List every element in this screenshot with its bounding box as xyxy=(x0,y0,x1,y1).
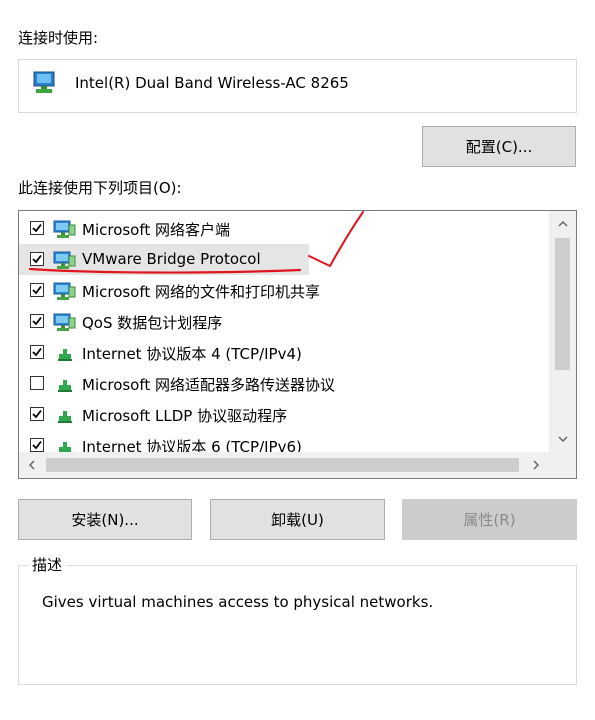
horizontal-scroll-thumb[interactable] xyxy=(46,458,519,472)
uninstall-button[interactable]: 卸载(U) xyxy=(210,499,385,540)
checkbox-checked[interactable] xyxy=(30,283,44,297)
checkbox-unchecked[interactable] xyxy=(30,376,44,390)
network-client-icon xyxy=(53,312,77,336)
checkbox-checked[interactable] xyxy=(30,407,44,421)
scroll-left-icon[interactable] xyxy=(19,452,45,478)
vertical-scroll-thumb[interactable] xyxy=(555,238,570,370)
scroll-right-icon[interactable] xyxy=(523,452,549,478)
scroll-up-icon[interactable] xyxy=(549,211,576,237)
properties-button[interactable]: 属性(R) xyxy=(402,499,577,540)
checkbox-checked[interactable] xyxy=(30,438,44,452)
items-list-label: 此连接使用下列项目(O): xyxy=(18,179,182,197)
description-group xyxy=(18,565,577,685)
list-item[interactable]: Microsoft LLDP 协议驱动程序 xyxy=(19,399,549,430)
items-listbox[interactable]: Microsoft 网络客户端 VMware Bridge Protocol Mic… xyxy=(18,210,577,479)
scroll-down-icon[interactable] xyxy=(549,426,576,452)
network-client-icon xyxy=(53,250,77,274)
protocol-icon xyxy=(53,374,77,398)
checkbox-checked[interactable] xyxy=(30,314,44,328)
description-title: 描述 xyxy=(28,554,67,575)
list-item[interactable]: Internet 协议版本 4 (TCP/IPv4) xyxy=(19,337,549,368)
list-item-label: Microsoft 网络适配器多路传送器协议 xyxy=(82,376,336,394)
checkbox-checked[interactable] xyxy=(30,221,44,235)
list-item-label: VMware Bridge Protocol xyxy=(82,250,261,268)
checkbox-checked[interactable] xyxy=(30,252,44,266)
list-item[interactable]: Microsoft 网络的文件和打印机共享 xyxy=(19,275,549,306)
network-client-icon xyxy=(53,219,77,243)
protocol-icon xyxy=(53,405,77,429)
protocol-icon xyxy=(53,343,77,367)
list-item-label: QoS 数据包计划程序 xyxy=(82,314,223,332)
list-item[interactable]: Microsoft 网络适配器多路传送器协议 xyxy=(19,368,549,399)
list-item[interactable]: VMware Bridge Protocol xyxy=(19,244,309,275)
checkbox-checked[interactable] xyxy=(30,345,44,359)
list-item-label: Microsoft 网络的文件和打印机共享 xyxy=(82,283,321,301)
list-item[interactable]: Microsoft 网络客户端 xyxy=(19,213,549,244)
network-client-icon xyxy=(53,281,77,305)
description-text: Gives virtual machines access to physica… xyxy=(42,593,434,611)
horizontal-scrollbar[interactable] xyxy=(19,452,576,478)
adapter-name: Intel(R) Dual Band Wireless-AC 8265 xyxy=(75,74,349,92)
list-item-label: Microsoft 网络客户端 xyxy=(82,221,231,239)
connect-using-label: 连接时使用: xyxy=(18,29,99,47)
list-item[interactable]: QoS 数据包计划程序 xyxy=(19,306,549,337)
list-item-label: Internet 协议版本 4 (TCP/IPv4) xyxy=(82,345,302,363)
install-button[interactable]: 安装(N)... xyxy=(18,499,192,540)
list-item-label: Microsoft LLDP 协议驱动程序 xyxy=(82,407,288,425)
adapter-field: Intel(R) Dual Band Wireless-AC 8265 xyxy=(18,59,577,113)
vertical-scrollbar[interactable] xyxy=(549,211,576,452)
configure-button[interactable]: 配置(C)... xyxy=(422,126,576,167)
network-adapter-icon xyxy=(33,71,59,99)
